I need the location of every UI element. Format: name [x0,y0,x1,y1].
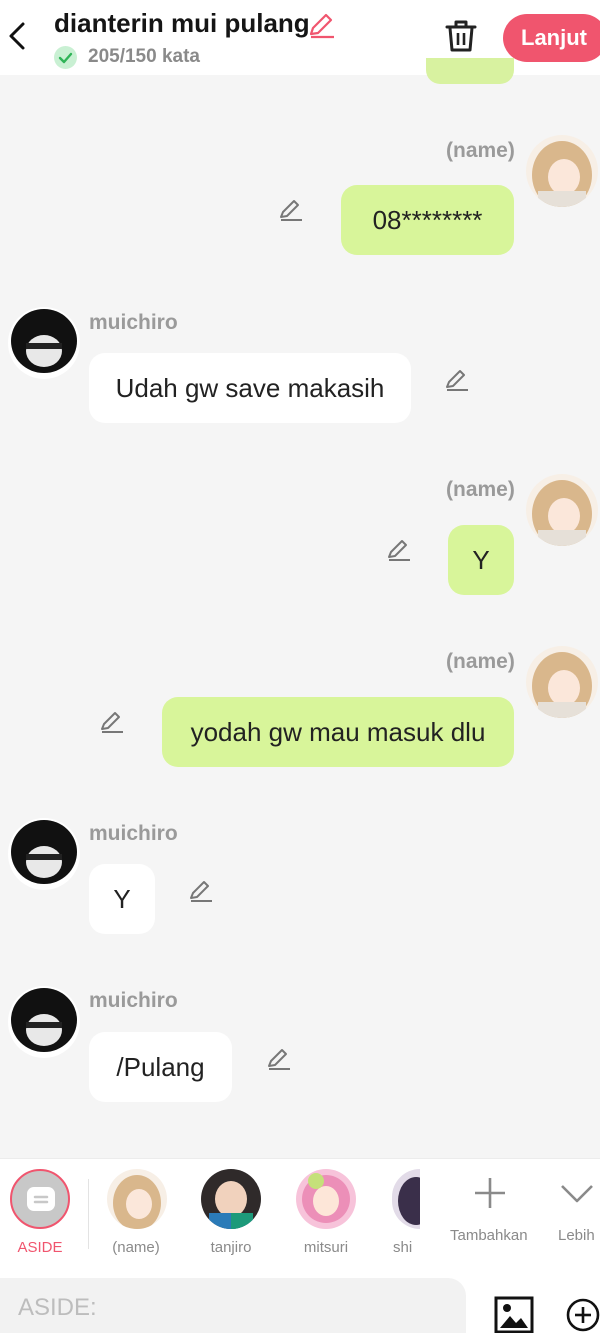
character-shi[interactable] [392,1169,420,1229]
message-bubble[interactable]: Y [448,525,514,595]
speaker-name: (name) [446,650,515,673]
previous-bubble-fragment [426,58,514,84]
message-bubble[interactable]: Udah gw save makasih [89,353,411,423]
character-label: shi [393,1239,413,1256]
aside-button[interactable] [10,1169,70,1229]
character-name[interactable] [107,1169,167,1229]
check-icon [54,46,77,69]
plus-icon[interactable] [470,1173,510,1213]
avatar-name[interactable] [526,474,598,546]
trash-icon[interactable] [444,18,478,54]
character-selector: ASIDE (name) tanjiro mitsuri shi Tambahk… [0,1158,600,1270]
edit-message-icon[interactable] [188,878,214,904]
character-label: (name) [112,1239,160,1256]
back-arrow-icon[interactable] [4,18,30,54]
edit-message-icon[interactable] [386,537,412,563]
message-bubble[interactable]: /Pulang [89,1032,232,1102]
speaker-name: muichiro [89,822,178,845]
message-bubble[interactable]: 08******** [341,185,514,255]
speaker-name: (name) [446,139,515,162]
compose-bar [0,1270,600,1333]
image-icon[interactable] [494,1296,534,1333]
add-character-label[interactable]: Tambahkan [450,1227,528,1244]
edit-message-icon[interactable] [278,197,304,223]
edit-message-icon[interactable] [444,367,470,393]
story-title[interactable]: dianterin mui pulang [54,8,310,39]
edit-title-icon[interactable] [306,10,336,40]
message-bubble[interactable]: Y [89,864,155,934]
next-button[interactable]: Lanjut [503,14,600,62]
avatar-muichiro[interactable] [8,307,80,379]
character-label: tanjiro [210,1239,252,1256]
speaker-name: (name) [446,478,515,501]
edit-message-icon[interactable] [99,709,125,735]
avatar-name[interactable] [526,646,598,718]
avatar-name[interactable] [526,135,598,207]
avatar-muichiro[interactable] [8,986,80,1058]
avatar-muichiro[interactable] [8,818,80,890]
speaker-name: muichiro [89,989,178,1012]
speaker-name: muichiro [89,311,178,334]
aside-label: ASIDE [17,1239,63,1256]
more-label[interactable]: Lebih [558,1227,595,1244]
character-mitsuri[interactable] [296,1169,356,1229]
character-label: mitsuri [303,1239,349,1256]
character-tanjiro[interactable] [201,1169,261,1229]
word-count: 205/150 kata [88,46,200,67]
chat-bubble-icon [27,1187,55,1211]
message-bubble[interactable]: yodah gw mau masuk dlu [162,697,514,767]
add-circle-icon[interactable] [566,1298,600,1332]
message-input[interactable] [0,1278,466,1333]
edit-message-icon[interactable] [266,1046,292,1072]
chevron-down-icon[interactable] [557,1173,597,1213]
